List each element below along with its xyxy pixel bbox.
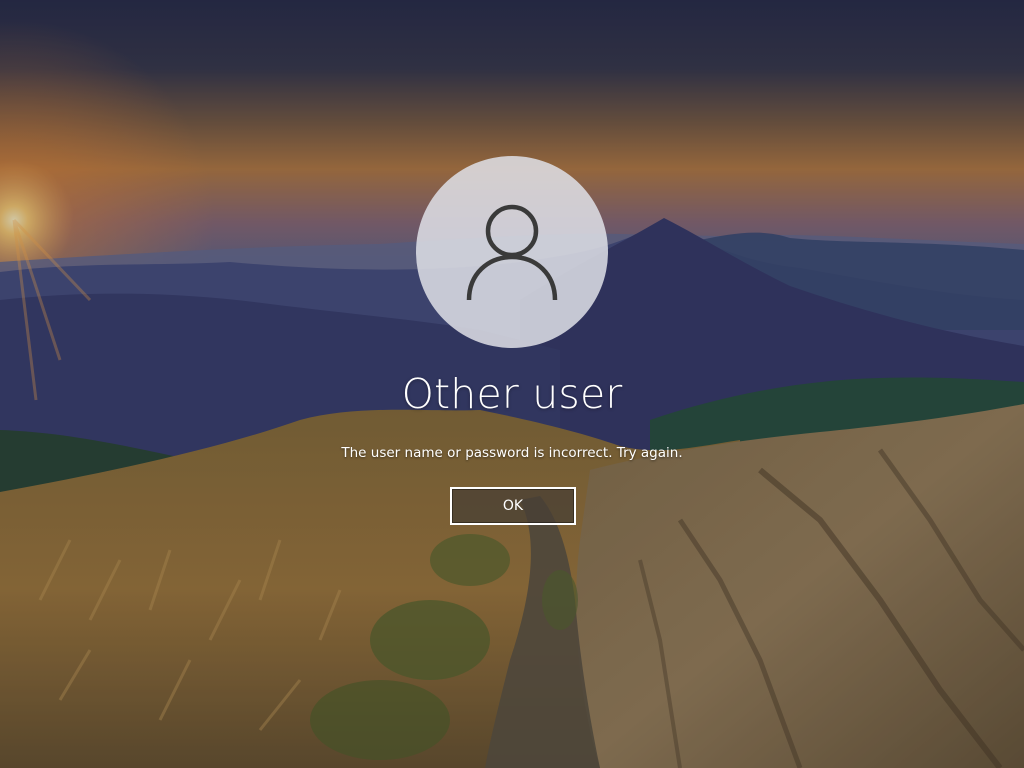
ok-button[interactable]: OK	[450, 487, 576, 525]
user-avatar	[416, 156, 608, 348]
user-silhouette-icon	[466, 204, 558, 301]
error-message: The user name or password is incorrect. …	[341, 445, 683, 461]
user-name: Other user	[401, 370, 623, 418]
lock-screen: Other user The user name or password is …	[0, 0, 1024, 768]
